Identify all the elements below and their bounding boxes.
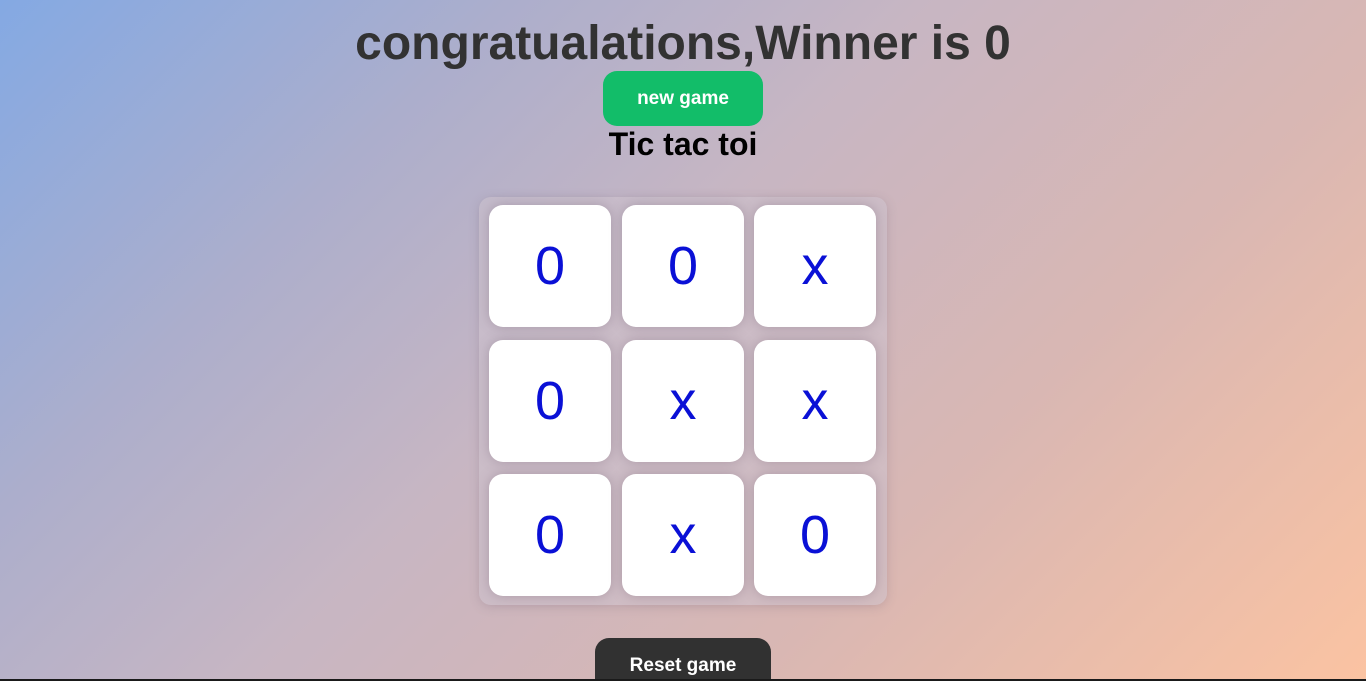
board-cell-6[interactable]: x [754,340,876,462]
board-cell-5[interactable]: x [622,340,744,462]
board-cell-2[interactable]: 0 [622,205,744,327]
game-title: Tic tac toi [608,126,758,162]
board-cell-3[interactable]: x [754,205,876,327]
board-cell-4[interactable]: 0 [489,340,611,462]
game-board: 0 0 x 0 x x 0 x 0 [479,197,887,605]
reset-game-button[interactable]: Reset game [595,638,771,681]
board-cell-7[interactable]: 0 [489,474,611,596]
board-cell-1[interactable]: 0 [489,205,611,327]
board-cell-8[interactable]: x [622,474,744,596]
winner-message: congratualations,Winner is 0 [355,17,1011,70]
board-cell-9[interactable]: 0 [754,474,876,596]
new-game-button[interactable]: new game [603,71,763,126]
